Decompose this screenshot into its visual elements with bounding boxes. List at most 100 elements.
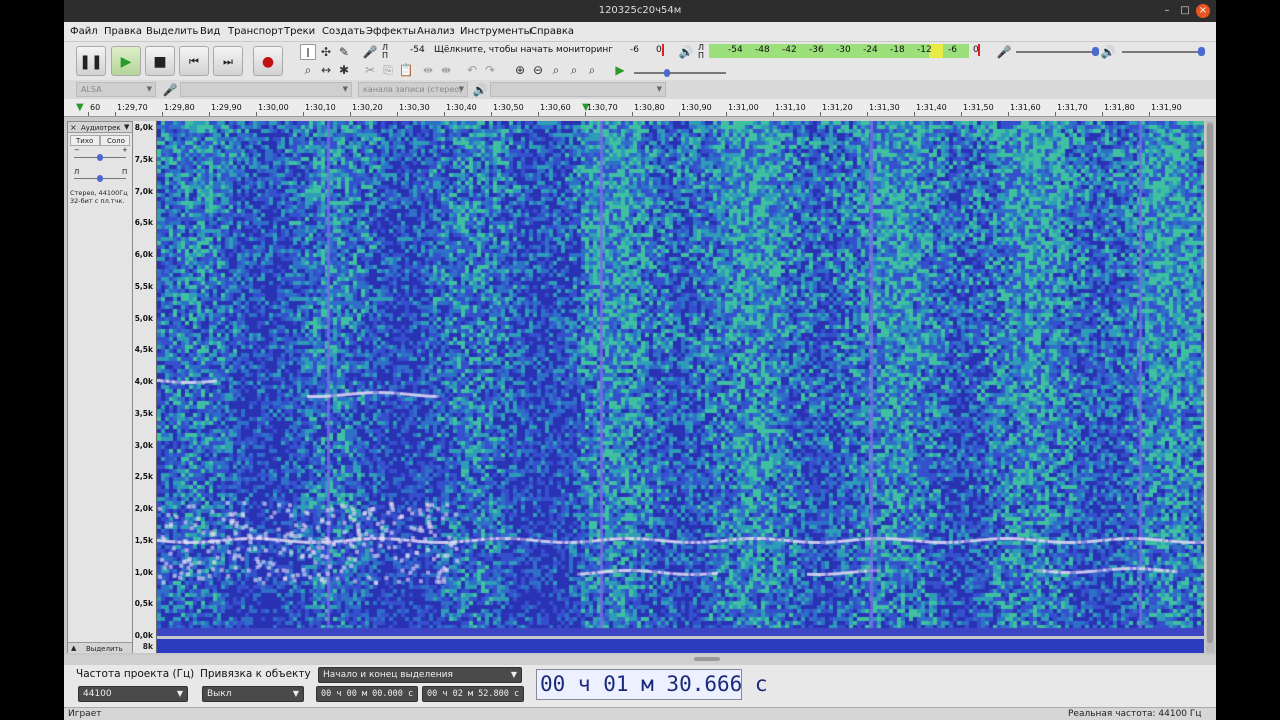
spectrogram-channel-2[interactable] xyxy=(157,639,1204,653)
select-track-button[interactable]: ▲ Выделить xyxy=(68,642,132,653)
audio-position-display[interactable]: 00 ч 01 м 30.666 с xyxy=(536,669,768,700)
record-button[interactable]: ● xyxy=(253,46,283,76)
selection-end-field[interactable]: 00 ч 02 м 52.800 с xyxy=(422,686,524,702)
zoom-tool-icon[interactable]: ⌕ xyxy=(300,62,316,78)
envelope-tool-icon[interactable]: ✣ xyxy=(318,44,334,60)
menu-tracks[interactable]: Треки xyxy=(284,26,315,37)
menu-select[interactable]: Выделить xyxy=(146,26,198,37)
ruler-tick xyxy=(162,112,163,116)
spectrogram[interactable] xyxy=(157,121,1204,636)
input-channels-select[interactable]: канала записи (стерео) ▼ xyxy=(358,82,468,97)
skip-start-button[interactable]: ⏮ xyxy=(179,46,209,76)
gain-minus-label: − xyxy=(74,146,80,154)
pause-button[interactable]: ❚❚ xyxy=(76,46,106,76)
pan-right-label: П xyxy=(122,168,128,176)
fit-project-icon[interactable]: ⌕ xyxy=(566,62,582,78)
play-tick: -18 xyxy=(890,45,905,55)
track-close-icon[interactable]: × xyxy=(70,123,77,132)
ruler-tick xyxy=(726,112,727,116)
monitoring-prompt[interactable]: Щёлкните, чтобы начать мониторинг xyxy=(434,45,613,55)
frequency-label: 6,0k xyxy=(134,250,153,259)
zoom-in-icon[interactable]: ⊕ xyxy=(512,62,528,78)
play-region-start-icon[interactable]: ▼ xyxy=(76,102,84,113)
audio-host-select[interactable]: ALSA ▼ xyxy=(76,82,156,97)
menu-view[interactable]: Вид xyxy=(200,26,220,37)
pause-icon: ❚❚ xyxy=(79,54,103,70)
maximize-icon[interactable]: □ xyxy=(1178,4,1192,18)
silence-icon[interactable]: ⇼ xyxy=(438,62,454,78)
play-at-speed-icon[interactable]: ▶ xyxy=(612,62,628,78)
play-button[interactable]: ▶ xyxy=(111,46,141,76)
vertical-scroll-thumb[interactable] xyxy=(1207,123,1213,643)
vertical-scrollbar[interactable] xyxy=(1206,121,1214,653)
solo-button[interactable]: Соло xyxy=(100,135,130,146)
minimize-icon[interactable]: – xyxy=(1160,4,1174,18)
resize-grip-icon[interactable] xyxy=(694,657,720,661)
output-device-select[interactable]: ▼ xyxy=(490,82,666,97)
pan-slider[interactable] xyxy=(74,175,126,182)
close-icon[interactable]: × xyxy=(1196,4,1210,18)
gain-slider[interactable] xyxy=(74,154,126,161)
selection-tool-icon[interactable]: I xyxy=(300,44,316,60)
project-rate-select[interactable]: 44100 ▼ xyxy=(78,686,188,702)
mute-button[interactable]: Тихо xyxy=(70,135,100,146)
horizontal-scroll-area[interactable] xyxy=(64,655,1216,665)
frequency-label: 1,5k xyxy=(134,535,153,545)
pan-thumb[interactable] xyxy=(97,175,103,182)
undo-icon[interactable]: ↶ xyxy=(464,62,480,78)
ruler-tick xyxy=(867,112,868,116)
selection-start-field[interactable]: 00 ч 00 м 00.000 с xyxy=(316,686,418,702)
play-speed-thumb[interactable] xyxy=(664,69,670,77)
collapse-icon[interactable]: ▲ xyxy=(71,644,76,652)
record-meter-mic-icon[interactable]: 🎤 xyxy=(362,44,378,60)
track-format-info: Стерео, 44100Гц xyxy=(70,189,128,197)
menu-transport[interactable]: Транспорт xyxy=(228,26,283,37)
ruler-tick xyxy=(679,112,680,116)
audio-host-value: ALSA xyxy=(81,85,102,94)
play-volume-thumb[interactable] xyxy=(1198,47,1205,56)
copy-icon[interactable]: ⎘ xyxy=(380,62,396,78)
play-speed-slider[interactable] xyxy=(634,69,726,77)
cut-icon[interactable]: ✂ xyxy=(362,62,378,78)
ruler-tick xyxy=(961,112,962,116)
paste-icon[interactable]: 📋 xyxy=(398,62,414,78)
menu-file[interactable]: Файл xyxy=(70,26,98,37)
menu-effects[interactable]: Эффекты xyxy=(366,26,416,37)
zoom-out-icon[interactable]: ⊖ xyxy=(530,62,546,78)
draw-tool-icon[interactable]: ✎ xyxy=(336,44,352,60)
gain-thumb[interactable] xyxy=(97,154,103,161)
fit-selection-icon[interactable]: ⌕ xyxy=(548,62,564,78)
ruler-tick xyxy=(115,112,116,116)
menu-edit[interactable]: Правка xyxy=(104,26,142,37)
menu-tools[interactable]: Инструменты xyxy=(460,26,532,37)
timeshift-tool-icon[interactable]: ↔ xyxy=(318,62,334,78)
playback-meter-speaker-icon[interactable]: 🔊 xyxy=(678,44,694,60)
menu-generate[interactable]: Создать xyxy=(322,26,365,37)
rec-volume-thumb[interactable] xyxy=(1092,47,1099,56)
rec-volume-slider[interactable] xyxy=(1016,47,1099,56)
multi-tool-icon[interactable]: ✱ xyxy=(336,62,352,78)
status-text: Играет xyxy=(68,709,102,719)
stop-button[interactable]: ■ xyxy=(145,46,175,76)
skip-end-button[interactable]: ⏭ xyxy=(213,46,243,76)
zoom-toggle-icon[interactable]: ⌕ xyxy=(584,62,600,78)
project-rate-value: 44100 xyxy=(83,689,112,699)
ruler-tick-label: 1:30,80 xyxy=(634,103,665,112)
input-device-select[interactable]: ▼ xyxy=(180,82,352,97)
selection-mode-select[interactable]: Начало и конец выделения ▼ xyxy=(318,667,522,683)
ruler-tick xyxy=(491,112,492,116)
menu-help[interactable]: Справка xyxy=(530,26,574,37)
play-volume-slider[interactable] xyxy=(1122,47,1205,56)
frequency-label: 2,5k xyxy=(134,472,153,482)
snap-to-select[interactable]: Выкл ▼ xyxy=(202,686,304,702)
menu-analyze[interactable]: Анализ xyxy=(417,26,455,37)
ruler-tick-label: 1:30,10 xyxy=(305,103,336,112)
input-channels-value: канала записи (стерео) xyxy=(363,85,463,94)
second-channel-scale-label: 8k xyxy=(142,642,153,651)
timeline-ruler[interactable]: ▼ ▼ 60 1:29,70 1:29,80 1:29,90 1:30,00 1:30,1… xyxy=(64,99,1216,117)
play-tick: -36 xyxy=(809,45,824,55)
track-menu-chevron-icon[interactable]: ▼ xyxy=(124,123,129,131)
trim-icon[interactable]: ⇹ xyxy=(420,62,436,78)
track-name-menu[interactable]: Аудиотрек xyxy=(81,124,121,132)
redo-icon[interactable]: ↷ xyxy=(482,62,498,78)
